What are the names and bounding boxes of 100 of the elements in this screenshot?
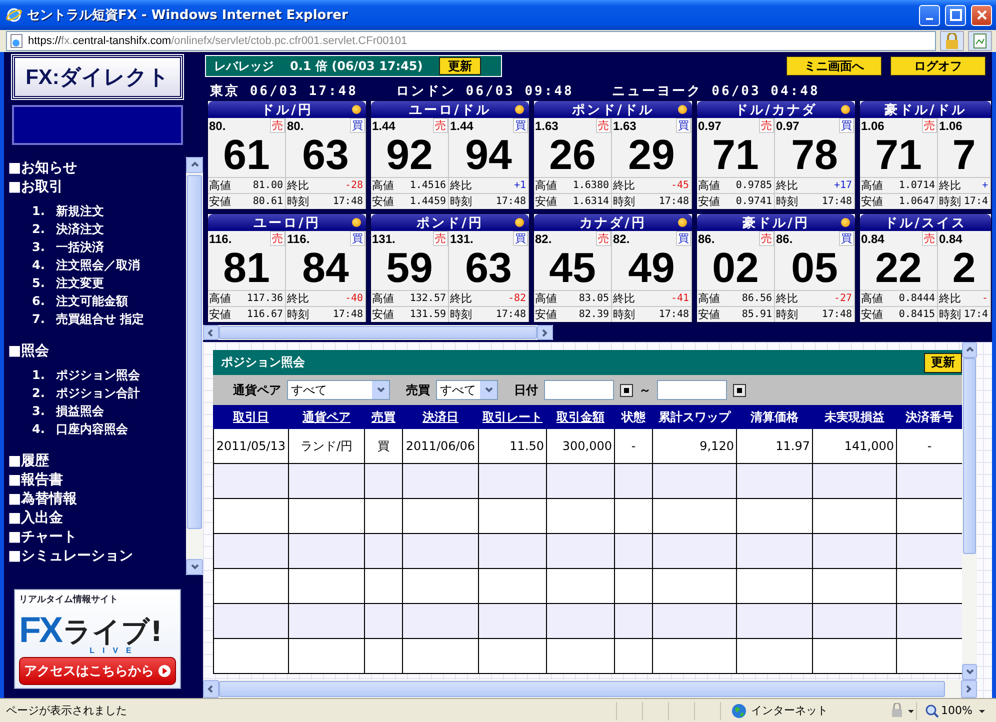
- info-value: -82: [508, 293, 526, 304]
- sell-tag[interactable]: 売: [270, 231, 285, 246]
- rate-digits: 7: [951, 133, 977, 177]
- submenu-item[interactable]: 4. 注文照会／取消: [4, 256, 186, 274]
- close-icon: [976, 9, 988, 21]
- site-logo[interactable]: FX:ダイレクト: [12, 55, 183, 99]
- buy-tag[interactable]: 買: [839, 118, 854, 133]
- info-value: -41: [670, 293, 689, 304]
- page-icon[interactable]: [968, 31, 992, 51]
- ad-banner[interactable]: リアルタイム情報サイト FXライブ! LIVE アクセスはこちらから: [14, 589, 181, 689]
- rate-digits: 26: [548, 133, 597, 177]
- address-field[interactable]: https://fx.central-tanshifx.com/onlinefx/servlet/ctob.pc.cfr001.servlet.CFr00101: [6, 31, 936, 51]
- calendar-button[interactable]: [620, 384, 633, 396]
- submenu-item[interactable]: 3. 一括決済: [4, 238, 186, 256]
- sell-tag[interactable]: 売: [922, 118, 937, 133]
- horizontal-scrollbar[interactable]: [203, 325, 553, 340]
- rate-digits: 71: [711, 133, 760, 177]
- menu-item[interactable]: ■お知らせ: [4, 159, 186, 178]
- buy-tag[interactable]: 買: [513, 118, 528, 133]
- sell-tag[interactable]: 売: [922, 231, 937, 246]
- menu-item[interactable]: ■照会: [4, 342, 186, 361]
- close-button[interactable]: [971, 4, 992, 26]
- submenu-item[interactable]: 1. ポジション照会: [4, 366, 186, 384]
- panel-title: ポジション照会: [221, 354, 305, 371]
- rate-prefix: 0.84: [939, 232, 962, 246]
- currency-pair: カナダ/円: [580, 214, 646, 232]
- access-button[interactable]: アクセスはこちらから: [19, 657, 176, 685]
- info-value: 17:48: [332, 309, 363, 320]
- info-value: 83.05: [578, 293, 609, 304]
- submenu-item[interactable]: 6. 注文可能金額: [4, 292, 186, 310]
- filter-select[interactable]: すべて: [436, 380, 498, 400]
- info-value: 0.8444: [898, 293, 935, 304]
- info-label: 高値: [372, 178, 394, 193]
- sell-tag[interactable]: 売: [759, 118, 774, 133]
- filter-select[interactable]: すべて: [287, 380, 390, 400]
- menu-item[interactable]: ■履歴: [4, 452, 186, 471]
- info-value: 17:4: [964, 309, 988, 320]
- submenu-item[interactable]: 4. 口座内容照会: [4, 420, 186, 438]
- menu-item[interactable]: ■入出金: [4, 509, 186, 528]
- rate-prefix: 1.06: [861, 118, 884, 132]
- buy-tag[interactable]: 買: [513, 231, 528, 246]
- info-value: 17:48: [658, 196, 689, 207]
- submenu-item[interactable]: 3. 損益照会: [4, 402, 186, 420]
- minimize-button[interactable]: [919, 4, 940, 26]
- info-label: 終比: [939, 291, 961, 306]
- submenu-item[interactable]: 5. 注文変更: [4, 274, 186, 292]
- buy-tag[interactable]: 買: [839, 231, 854, 246]
- header-button[interactable]: ログオフ: [890, 56, 986, 76]
- refresh-button[interactable]: 更新: [438, 57, 481, 75]
- info-value: 17:48: [496, 196, 526, 207]
- buy-tag[interactable]: 買: [350, 118, 365, 133]
- info-value: -: [982, 293, 988, 304]
- calendar-button[interactable]: [733, 384, 746, 396]
- info-value: -28: [344, 180, 363, 191]
- rate-prefix: 1.44: [372, 118, 396, 132]
- info-label: 安値: [372, 307, 394, 322]
- submenu-item[interactable]: 2. 決済注文: [4, 220, 186, 238]
- sell-tag[interactable]: 売: [433, 118, 448, 133]
- menu-item[interactable]: ■報告書: [4, 471, 186, 490]
- lock-icon[interactable]: [940, 31, 964, 51]
- zoom-control[interactable]: 100%: [916, 702, 996, 720]
- menu-item[interactable]: ■お取引: [4, 178, 186, 197]
- info-label: 終比: [450, 178, 472, 193]
- sell-tag[interactable]: 売: [596, 231, 611, 246]
- buy-tag[interactable]: 買: [676, 231, 691, 246]
- info-label: 高値: [209, 291, 231, 306]
- buy-tag[interactable]: 買: [350, 231, 365, 246]
- info-value: 0.8415: [898, 309, 935, 320]
- buy-tag[interactable]: 買: [676, 118, 691, 133]
- date-field[interactable]: [544, 380, 614, 400]
- protected-mode-icon[interactable]: [890, 702, 916, 718]
- info-value: 81.00: [252, 180, 283, 191]
- rate-prefix: 131.: [450, 232, 474, 246]
- info-label: 高値: [209, 178, 231, 193]
- sell-tag[interactable]: 売: [759, 231, 774, 246]
- info-label: 時刻: [450, 194, 472, 209]
- date-field[interactable]: [657, 380, 727, 400]
- submenu-item[interactable]: 2. ポジション合計: [4, 384, 186, 402]
- maximize-button[interactable]: [945, 4, 966, 26]
- menu-item[interactable]: ■シミュレーション: [4, 547, 186, 566]
- sell-tag[interactable]: 売: [596, 118, 611, 133]
- menu-item[interactable]: ■チャート: [4, 528, 186, 547]
- info-value: +: [982, 180, 988, 191]
- info-label: 終比: [287, 178, 309, 193]
- filter-label: 日付: [514, 382, 538, 398]
- menu-item[interactable]: ■為替情報: [4, 490, 186, 509]
- refresh-button[interactable]: 更新: [924, 352, 962, 372]
- info-value: 85.91: [742, 309, 772, 320]
- rate-digits: 61: [222, 133, 271, 177]
- vertical-scrollbar[interactable]: [962, 342, 977, 680]
- header-button[interactable]: ミニ画面へ: [786, 56, 882, 76]
- rate-digits: 94: [464, 133, 513, 177]
- sell-tag[interactable]: 売: [270, 118, 285, 133]
- info-label: 安値: [535, 307, 557, 322]
- vertical-scrollbar[interactable]: [186, 157, 203, 575]
- rate-prefix: 0.84: [861, 232, 884, 246]
- sell-tag[interactable]: 売: [433, 231, 448, 246]
- horizontal-scrollbar[interactable]: [203, 680, 977, 698]
- submenu-item[interactable]: 1. 新規注文: [4, 202, 186, 220]
- submenu-item[interactable]: 7. 売買組合せ 指定: [4, 310, 186, 328]
